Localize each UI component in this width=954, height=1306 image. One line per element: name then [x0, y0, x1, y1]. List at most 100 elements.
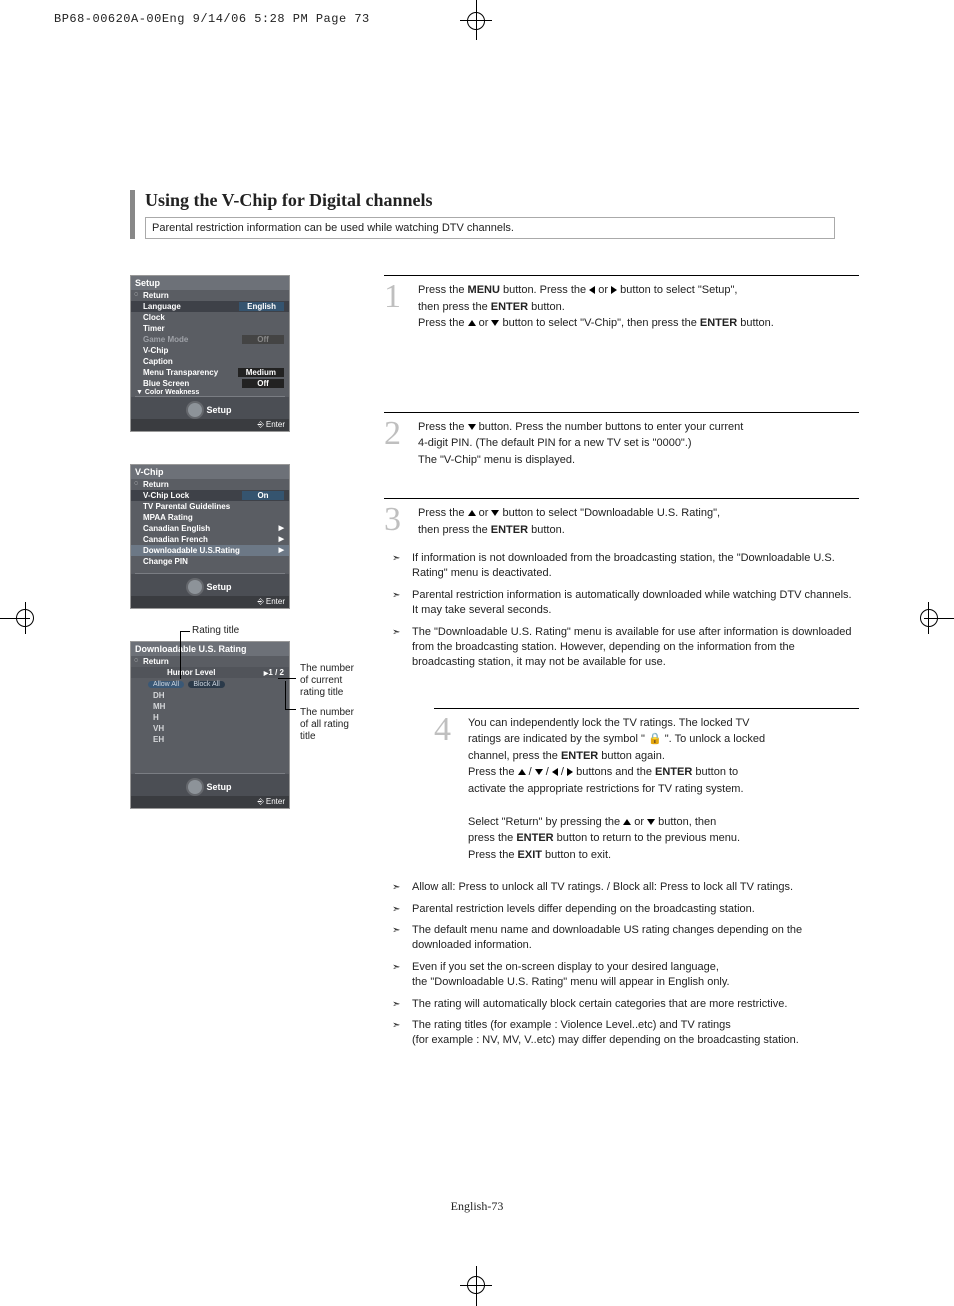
step-number: 3: [384, 505, 408, 538]
note-icon: [392, 997, 404, 1012]
rating-header: Humor Level ▶1 / 2: [131, 667, 289, 678]
chevron-right-icon: ▶: [279, 546, 284, 555]
note-icon: [392, 902, 404, 917]
up-arrow-icon: [468, 510, 476, 516]
menu-row: Canadian English▶: [131, 523, 289, 534]
menu-return: Return: [131, 656, 289, 667]
menu-foot: Setup: [131, 774, 289, 796]
menu-row: Timer: [131, 323, 289, 334]
menu-row: Canadian French▶: [131, 534, 289, 545]
osd-menu-setup: Setup Return LanguageEnglish Clock Timer…: [130, 275, 290, 432]
menu-row: Caption: [131, 356, 289, 367]
anno-line: [180, 631, 181, 679]
chevron-right-icon: ▶: [279, 524, 284, 533]
allow-block-row: Allow All Block All: [131, 678, 289, 690]
left-arrow-icon: [589, 286, 595, 294]
down-arrow-icon: [647, 819, 655, 825]
gear-icon: [188, 580, 202, 594]
step-text: Press the MENU button. Press the or butt…: [418, 282, 859, 332]
register-mark-top: [467, 12, 485, 30]
rating-row: DH: [131, 690, 289, 701]
menu-row: V-Chip: [131, 345, 289, 356]
step-number: 1: [384, 282, 408, 332]
note-icon: [392, 588, 404, 619]
menu-enter: Enter: [131, 596, 289, 608]
allow-all-pill: Allow All: [148, 681, 184, 688]
menu-head: Downloadable U.S. Rating: [131, 642, 289, 656]
crosshair: [460, 20, 492, 21]
note-icon: [392, 960, 404, 991]
menu-enter: Enter: [131, 419, 289, 431]
up-arrow-icon: [623, 819, 631, 825]
right-arrow-icon: [611, 286, 617, 294]
note: Even if you set the on-screen display to…: [384, 957, 859, 994]
menu-row: Blue ScreenOff: [131, 378, 289, 389]
note: The rating will automatically block cert…: [384, 994, 859, 1015]
step-1: 1 Press the MENU button. Press the or bu…: [384, 282, 859, 332]
menu-row: MPAA Rating: [131, 512, 289, 523]
note: Parental restriction levels differ depen…: [384, 899, 859, 920]
rating-row: EH: [131, 734, 289, 745]
page-number: English-73: [0, 1199, 954, 1214]
osd-menu-vchip: V-Chip Return V-Chip LockOn TV Parental …: [130, 464, 290, 609]
down-arrow-icon: [468, 424, 476, 430]
down-arrow-icon: [535, 769, 543, 775]
step-separator: [434, 708, 859, 709]
note-icon: [392, 551, 404, 582]
step-4: 4 You can independently lock the TV rati…: [434, 715, 859, 864]
step-3: 3 Press the or button to select "Downloa…: [384, 505, 859, 538]
step-text: Press the button. Press the number butto…: [418, 419, 859, 469]
anno-line: [285, 681, 286, 709]
page-title: Using the V-Chip for Digital channels: [145, 190, 835, 215]
down-arrow-icon: [491, 320, 499, 326]
note: Parental restriction information is auto…: [384, 585, 859, 622]
block-all-pill: Block All: [188, 681, 224, 688]
menu-more: ▼ Color Weakness: [131, 389, 289, 396]
step-separator: [384, 498, 859, 499]
anno-line: [285, 709, 296, 710]
note: The rating titles (for example : Violenc…: [384, 1015, 859, 1052]
menu-row-highlight: Downloadable U.S.Rating▶: [131, 545, 289, 556]
note: The "Downloadable U.S. Rating" menu is a…: [384, 622, 859, 674]
left-arrow-icon: [552, 768, 558, 776]
menu-row: V-Chip LockOn: [131, 490, 289, 501]
note-icon: [392, 625, 404, 671]
menu-head: Setup: [131, 276, 289, 290]
title-block: Using the V-Chip for Digital channels Pa…: [130, 190, 859, 239]
menu-row: Game ModeOff: [131, 334, 289, 345]
menu-foot: Setup: [131, 574, 289, 596]
rating-row: MH: [131, 701, 289, 712]
step-separator: [384, 412, 859, 413]
osd-menu-downloadable: Rating title Downloadable U.S. Rating Re…: [130, 641, 360, 809]
note-icon: [392, 1018, 404, 1049]
step-text: Press the or button to select "Downloada…: [418, 505, 859, 538]
gear-icon: [188, 780, 202, 794]
up-arrow-icon: [518, 769, 526, 775]
menu-row: LanguageEnglish: [131, 301, 289, 312]
chevron-right-icon: ▶: [279, 535, 284, 544]
step-text: You can independently lock the TV rating…: [468, 715, 859, 864]
note-icon: [392, 923, 404, 954]
page-subtitle: Parental restriction information can be …: [145, 217, 835, 239]
anno-num-current: The number of current rating title: [300, 663, 354, 699]
menu-return: Return: [131, 290, 289, 301]
step-number: 4: [434, 715, 458, 864]
step-separator: [384, 275, 859, 276]
anno-line: [180, 631, 190, 632]
menu-enter: Enter: [131, 796, 289, 808]
crosshair: [460, 1285, 492, 1286]
menu-row: TV Parental Guidelines: [131, 501, 289, 512]
step-number: 2: [384, 419, 408, 469]
menu-row: Change PIN: [131, 556, 289, 567]
print-header: BP68-00620A-00Eng 9/14/06 5:28 PM Page 7…: [54, 12, 370, 26]
menu-row: Menu TransparencyMedium: [131, 367, 289, 378]
title-accent: [130, 190, 135, 239]
rating-row: VH: [131, 723, 289, 734]
gear-icon: [188, 403, 202, 417]
up-arrow-icon: [468, 320, 476, 326]
down-arrow-icon: [491, 510, 499, 516]
lock-icon: 🔒: [648, 733, 662, 745]
note: If information is not downloaded from th…: [384, 548, 859, 585]
menu-foot: Setup: [131, 397, 289, 419]
rating-row: H: [131, 712, 289, 723]
